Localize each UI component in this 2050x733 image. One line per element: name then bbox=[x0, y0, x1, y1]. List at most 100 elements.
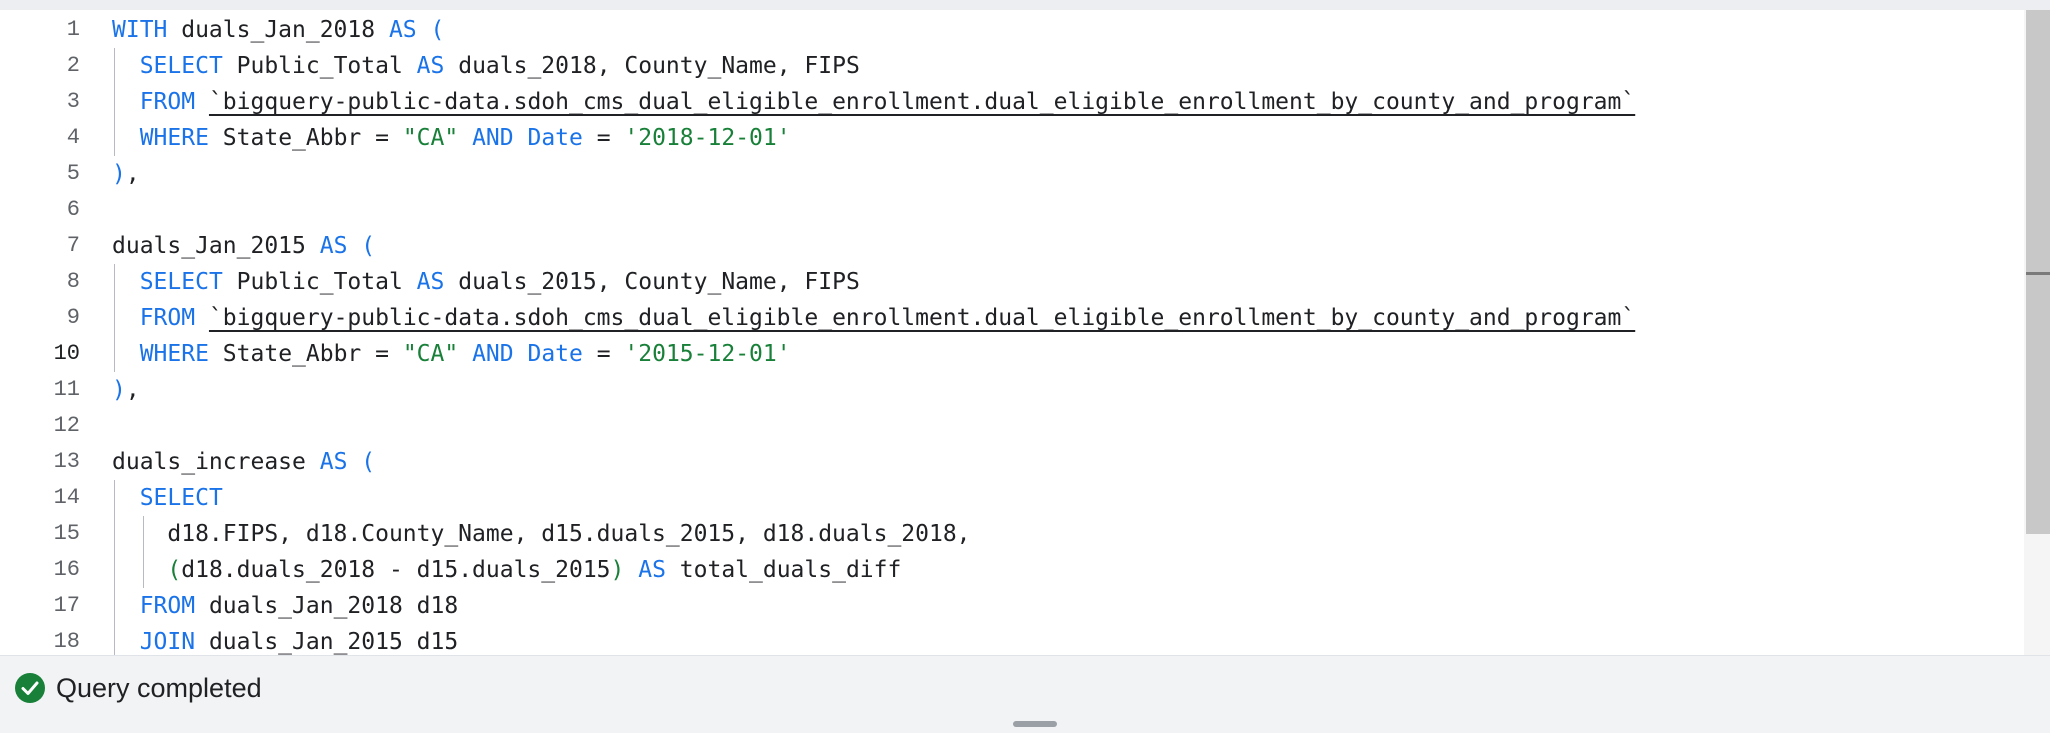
line-number: 7 bbox=[66, 233, 80, 258]
code-token: duals_Jan_2018 d18 bbox=[195, 593, 459, 619]
code-token: duals_2018, County_Name, FIPS bbox=[444, 53, 860, 79]
code-line[interactable]: 7 duals_Jan_2015 AS ( bbox=[0, 228, 2020, 264]
code-text: ), bbox=[112, 372, 140, 408]
sql-keyword: JOIN bbox=[139, 629, 196, 655]
line-number: 6 bbox=[66, 197, 80, 222]
code-text: FROM `bigquery-public-data.sdoh_cms_dual… bbox=[112, 300, 1636, 336]
code-token: duals_2015, County_Name, FIPS bbox=[444, 269, 860, 295]
sql-keyword: AND bbox=[472, 125, 514, 151]
code-token: State_Abbr = bbox=[208, 125, 403, 151]
sql-string: '2018-12-01' bbox=[624, 125, 791, 151]
line-number: 4 bbox=[66, 125, 80, 150]
line-number: 1 bbox=[66, 17, 80, 42]
top-toolbar-strip bbox=[0, 0, 2050, 10]
code-text: FROM duals_Jan_2018 d18 bbox=[112, 588, 459, 624]
sql-keyword: Date bbox=[527, 125, 583, 151]
sql-keyword: AS bbox=[416, 269, 445, 295]
code-token: Public_Total bbox=[222, 53, 417, 79]
code-line[interactable]: 10 WHERE State_Abbr = "CA" AND Date = '2… bbox=[0, 336, 2020, 372]
code-text: JOIN duals_Jan_2015 d15 bbox=[112, 624, 459, 655]
code-line[interactable]: 8 SELECT Public_Total AS duals_2015, Cou… bbox=[0, 264, 2020, 300]
code-line[interactable]: 3 FROM `bigquery-public-data.sdoh_cms_du… bbox=[0, 84, 2020, 120]
code-line[interactable]: 12 bbox=[0, 408, 2020, 444]
sql-string: "CA" bbox=[402, 125, 459, 151]
code-text: WHERE State_Abbr = "CA" AND Date = '2015… bbox=[112, 336, 791, 372]
sql-keyword: AS bbox=[416, 53, 445, 79]
code-line[interactable]: 9 FROM `bigquery-public-data.sdoh_cms_du… bbox=[0, 300, 2020, 336]
code-line[interactable]: 13 duals_increase AS ( bbox=[0, 444, 2020, 480]
line-number: 15 bbox=[53, 521, 80, 546]
code-line[interactable]: 14 SELECT bbox=[0, 480, 2020, 516]
sql-keyword: FROM bbox=[139, 593, 196, 619]
sql-keyword: WITH bbox=[112, 17, 168, 43]
code-token: = bbox=[582, 125, 625, 151]
sql-keyword: AS bbox=[319, 449, 348, 475]
code-token: , bbox=[125, 161, 140, 187]
sql-keyword: SELECT bbox=[139, 485, 223, 511]
code-token: duals_Jan_2015 bbox=[112, 233, 320, 259]
line-number: 17 bbox=[53, 593, 80, 618]
code-text: SELECT Public_Total AS duals_2018, Count… bbox=[112, 48, 860, 84]
code-line[interactable]: 4 WHERE State_Abbr = "CA" AND Date = '20… bbox=[0, 120, 2020, 156]
sql-keyword: SELECT bbox=[139, 53, 223, 79]
code-line[interactable]: 5), bbox=[0, 156, 2020, 192]
code-text: SELECT Public_Total AS duals_2015, Count… bbox=[112, 264, 860, 300]
code-token: duals_Jan_2018 bbox=[167, 17, 389, 43]
code-line[interactable]: 6 bbox=[0, 192, 2020, 228]
table-reference: `bigquery-public-data.sdoh_cms_dual_elig… bbox=[208, 89, 1636, 115]
status-text: Query completed bbox=[56, 673, 262, 703]
panel-resize-handle[interactable] bbox=[1013, 721, 1057, 727]
sql-keyword: ) bbox=[112, 377, 126, 403]
sql-keyword: FROM bbox=[139, 305, 196, 331]
code-text: SELECT bbox=[112, 480, 223, 516]
code-text: ), bbox=[112, 156, 140, 192]
code-token: Public_Total bbox=[222, 269, 417, 295]
indent-guide bbox=[114, 480, 115, 655]
indent-guide bbox=[114, 48, 115, 156]
code-token: d18.duals_2018 - d15.duals_2015 bbox=[181, 557, 611, 583]
table-reference: `bigquery-public-data.sdoh_cms_dual_elig… bbox=[208, 305, 1636, 331]
line-number: 13 bbox=[53, 449, 80, 474]
code-line[interactable]: 1 WITH duals_Jan_2018 AS ( bbox=[0, 12, 2020, 48]
sql-keyword: ( bbox=[361, 449, 376, 475]
code-line[interactable]: 18 JOIN duals_Jan_2015 d15 bbox=[0, 624, 2020, 655]
sql-keyword: ) bbox=[112, 161, 126, 187]
sql-keyword: ( bbox=[430, 17, 445, 43]
code-line[interactable]: 11), bbox=[0, 372, 2020, 408]
code-text: WHERE State_Abbr = "CA" AND Date = '2018… bbox=[112, 120, 791, 156]
sql-string: ) bbox=[610, 557, 625, 583]
sql-keyword: AS bbox=[319, 233, 348, 259]
code-line[interactable]: 16 (d18.duals_2018 - d15.duals_2015) AS … bbox=[0, 552, 2020, 588]
line-number: 12 bbox=[53, 413, 80, 438]
code-line[interactable]: 17 FROM duals_Jan_2018 d18 bbox=[0, 588, 2020, 624]
code-token: , bbox=[125, 377, 140, 403]
code-line[interactable]: 2 SELECT Public_Total AS duals_2018, Cou… bbox=[0, 48, 2020, 84]
sql-keyword: WHERE bbox=[139, 341, 209, 367]
code-line[interactable]: 15 d18.FIPS, d18.County_Name, d15.duals_… bbox=[0, 516, 2020, 552]
sql-keyword: AND bbox=[472, 341, 514, 367]
code-editor[interactable]: 1 WITH duals_Jan_2018 AS (2 SELECT Public… bbox=[0, 10, 2050, 655]
line-number: 16 bbox=[53, 557, 80, 582]
line-number: 18 bbox=[53, 629, 80, 654]
sql-string: ( bbox=[167, 557, 182, 583]
code-text: (d18.duals_2018 - d15.duals_2015) AS tot… bbox=[112, 552, 901, 588]
code-text: duals_increase AS ( bbox=[112, 444, 375, 480]
indent-guide bbox=[114, 264, 115, 372]
line-number: 11 bbox=[53, 377, 80, 402]
